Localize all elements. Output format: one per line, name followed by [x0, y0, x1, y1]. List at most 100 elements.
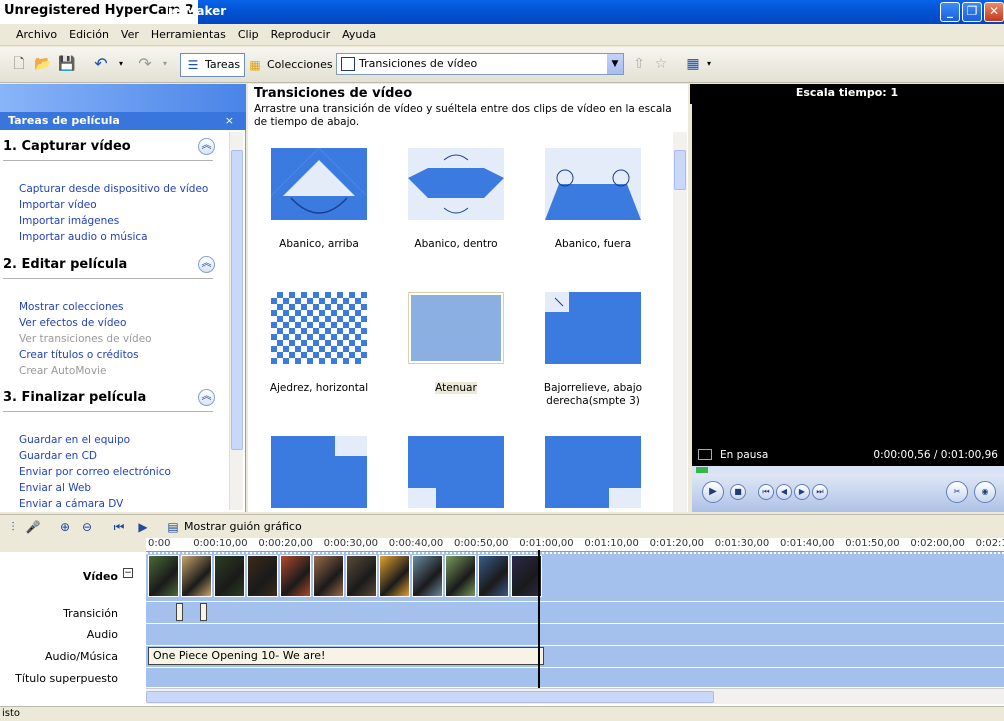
- zoom-out-icon[interactable]: ⊖: [78, 518, 96, 536]
- menu-edicion[interactable]: Edición: [63, 24, 115, 46]
- transition-fan-out[interactable]: Abanico, fuera: [528, 148, 658, 251]
- video-clip[interactable]: [478, 555, 509, 597]
- video-clip[interactable]: [247, 555, 278, 597]
- close-button[interactable]: ✕: [984, 2, 1004, 22]
- up-folder-icon[interactable]: ⇧: [630, 55, 648, 73]
- link-show-collections[interactable]: Mostrar colecciones: [19, 301, 124, 313]
- timeline-scrollbar[interactable]: [146, 688, 1004, 704]
- narrate-icon[interactable]: 🎤: [24, 518, 42, 536]
- collection-select[interactable]: Transiciones de vídeo ▼: [336, 53, 624, 75]
- split-clip-icon[interactable]: ✂: [946, 481, 968, 503]
- video-clip[interactable]: [346, 555, 377, 597]
- scroll-thumb[interactable]: [674, 150, 686, 190]
- scroll-thumb[interactable]: [231, 150, 243, 450]
- link-video-effects[interactable]: Ver efectos de vídeo: [19, 317, 126, 329]
- video-clip[interactable]: [412, 555, 443, 597]
- transition-fade[interactable]: Atenuar: [391, 292, 521, 395]
- video-clip[interactable]: [280, 555, 311, 597]
- playhead[interactable]: [538, 550, 540, 688]
- title-overlay-track[interactable]: [146, 668, 1004, 688]
- transition-marker[interactable]: [200, 603, 207, 621]
- collapse-edit-icon[interactable]: ︽: [198, 256, 215, 273]
- new-folder-icon[interactable]: ☆: [652, 55, 670, 73]
- open-project-icon[interactable]: 📂: [34, 55, 52, 73]
- collapse-video-icon[interactable]: −: [123, 568, 133, 578]
- forward-frame-icon[interactable]: ▶: [794, 484, 810, 500]
- link-save-computer[interactable]: Guardar en el equipo: [19, 434, 130, 446]
- video-clip[interactable]: [214, 555, 245, 597]
- view-dropdown-icon[interactable]: ▾: [700, 55, 718, 73]
- transition-fan-up[interactable]: Abanico, arriba: [254, 148, 384, 251]
- link-send-web[interactable]: Enviar al Web: [19, 482, 91, 494]
- redo-icon[interactable]: ↷: [136, 55, 154, 73]
- menu-archivo[interactable]: Archivo: [10, 24, 63, 46]
- link-titles-credits[interactable]: Crear títulos o créditos: [19, 349, 139, 361]
- close-panel-icon[interactable]: ×: [225, 112, 234, 130]
- audio-track[interactable]: [146, 624, 1004, 646]
- zoom-in-icon[interactable]: ⊕: [56, 518, 74, 536]
- play-icon[interactable]: ▶: [702, 481, 724, 503]
- transition-item[interactable]: [528, 436, 658, 508]
- link-import-audio[interactable]: Importar audio o música: [19, 231, 148, 243]
- previous-icon[interactable]: ⏮: [758, 484, 774, 500]
- transition-marker[interactable]: [176, 603, 183, 621]
- link-send-dv[interactable]: Enviar a cámara DV: [19, 498, 123, 510]
- video-clip[interactable]: [445, 555, 476, 597]
- menu-ayuda[interactable]: Ayuda: [336, 24, 382, 46]
- menu-herramientas[interactable]: Herramientas: [145, 24, 232, 46]
- menu-reproducir[interactable]: Reproducir: [265, 24, 337, 46]
- link-save-cd[interactable]: Guardar en CD: [19, 450, 97, 462]
- save-icon[interactable]: 💾: [58, 55, 76, 73]
- snapshot-icon[interactable]: ◉: [974, 481, 996, 503]
- tasks-button[interactable]: ☰ Tareas: [180, 53, 246, 77]
- next-icon[interactable]: ⏭: [812, 484, 828, 500]
- scroll-thumb[interactable]: [146, 691, 714, 703]
- restore-button[interactable]: ❐: [962, 2, 982, 22]
- link-send-email[interactable]: Enviar por correo electrónico: [19, 466, 171, 478]
- section-finish-title[interactable]: 3. Finalizar película: [3, 390, 146, 405]
- transition-item[interactable]: [391, 436, 521, 508]
- transitions-scrollbar[interactable]: [673, 132, 687, 512]
- link-import-images[interactable]: Importar imágenes: [19, 215, 119, 227]
- transition-emboss[interactable]: Bajorrelieve, abajo derecha(smpte 3): [528, 292, 658, 408]
- transition-item[interactable]: [254, 436, 384, 508]
- menu-clip[interactable]: Clip: [232, 24, 265, 46]
- link-capture-device[interactable]: Capturar desde dispositivo de vídeo: [19, 183, 208, 195]
- new-project-icon[interactable]: 🗋: [10, 55, 28, 73]
- transition-track[interactable]: [146, 602, 1004, 624]
- seek-bar[interactable]: [692, 466, 1004, 474]
- chevron-down-icon[interactable]: ▼: [607, 54, 623, 74]
- set-audio-levels-icon[interactable]: ⫶: [4, 518, 22, 536]
- video-clip[interactable]: [379, 555, 410, 597]
- ruler-tick: 0:02:10: [975, 538, 1004, 549]
- section-edit-title[interactable]: 2. Editar película: [3, 257, 127, 272]
- redo-dropdown-icon[interactable]: ▾: [156, 55, 174, 73]
- music-clip[interactable]: One Piece Opening 10- We are!: [148, 647, 544, 665]
- video-clip[interactable]: [313, 555, 344, 597]
- video-clip[interactable]: [148, 555, 179, 597]
- ruler-tick: 0:01:00,00: [519, 538, 574, 549]
- ruler-tick: 0:01:10,00: [584, 538, 639, 549]
- collapse-finish-icon[interactable]: ︽: [198, 389, 215, 406]
- undo-icon[interactable]: ↶: [92, 55, 110, 73]
- storyboard-toggle[interactable]: Mostrar guión gráfico: [184, 520, 302, 533]
- minimize-button[interactable]: _: [940, 2, 960, 22]
- collapse-capture-icon[interactable]: ︽: [198, 138, 215, 155]
- section-capture-title[interactable]: 1. Capturar vídeo: [3, 139, 131, 154]
- transition-fan-in[interactable]: Abanico, dentro: [391, 148, 521, 251]
- link-import-video[interactable]: Importar vídeo: [19, 199, 97, 211]
- fullscreen-icon[interactable]: [698, 449, 712, 460]
- transition-checker[interactable]: Ajedrez, horizontal: [254, 292, 384, 395]
- tasks-scrollbar[interactable]: [229, 132, 243, 510]
- preview-screen: [692, 104, 1004, 446]
- rewind-timeline-icon[interactable]: ⏮: [110, 518, 128, 536]
- menu-ver[interactable]: Ver: [115, 24, 145, 46]
- storyboard-icon[interactable]: ▤: [164, 518, 182, 536]
- play-timeline-icon[interactable]: ▶: [134, 518, 152, 536]
- stop-icon[interactable]: ■: [730, 484, 746, 500]
- back-frame-icon[interactable]: ◀: [776, 484, 792, 500]
- timeline-ruler[interactable]: 0:00 0:00:10,00 0:00:20,00 0:00:30,00 0:00:4…: [146, 538, 1004, 552]
- collections-button[interactable]: ▦ Colecciones: [242, 53, 338, 77]
- undo-dropdown-icon[interactable]: ▾: [112, 55, 130, 73]
- video-clip[interactable]: [181, 555, 212, 597]
